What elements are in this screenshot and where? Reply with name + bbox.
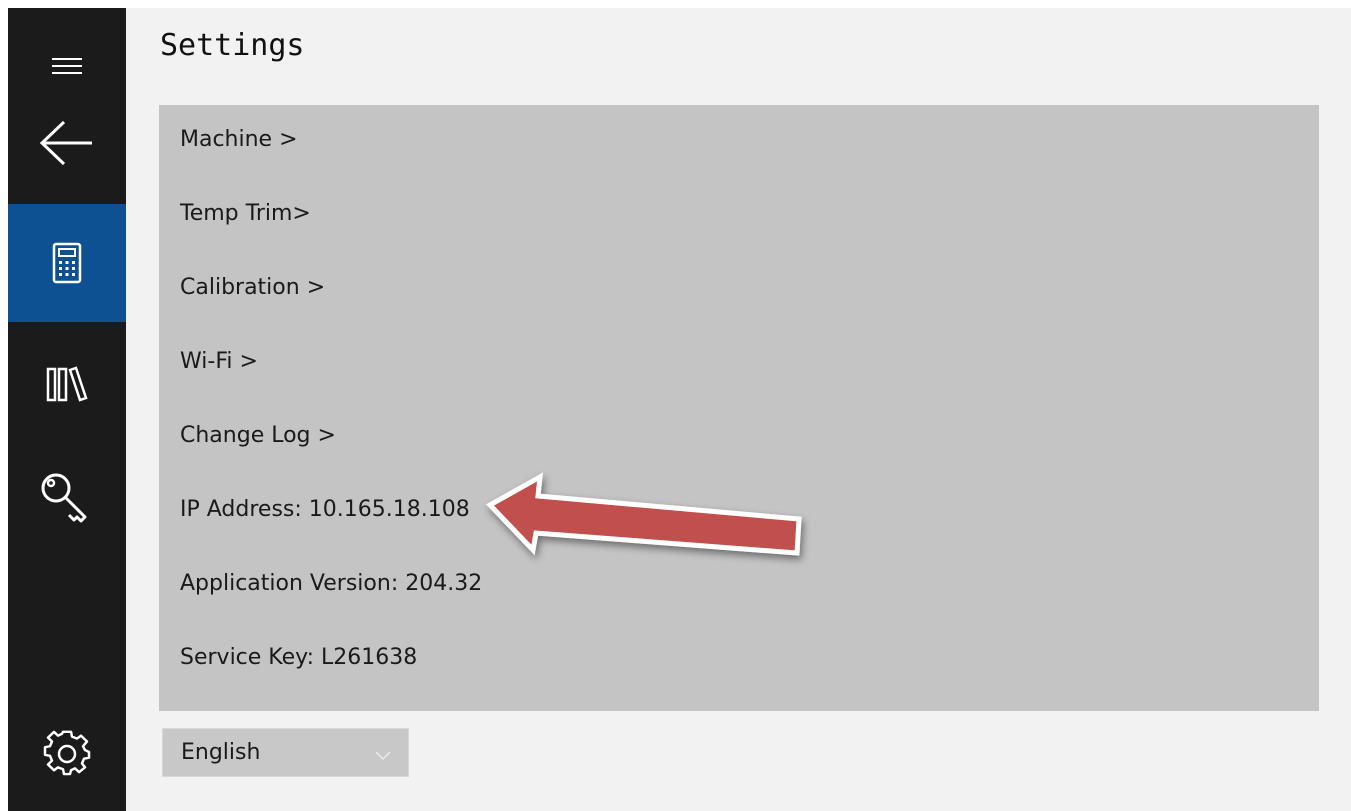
machine-link[interactable]: Machine > [180, 127, 298, 152]
library-icon [45, 364, 89, 404]
calibration-link[interactable]: Calibration > [180, 275, 325, 300]
wifi-link[interactable]: Wi-Fi > [180, 349, 258, 374]
page-title: Settings [160, 28, 305, 63]
settings-panel: Machine > Temp Trim> Calibration > Wi-Fi… [159, 105, 1319, 711]
key-nav-button[interactable] [8, 463, 126, 535]
calculator-nav-button[interactable] [8, 204, 126, 322]
back-button[interactable] [8, 108, 126, 178]
sidebar [8, 8, 126, 811]
change-log-link[interactable]: Change Log > [180, 423, 336, 448]
language-selected-value: English [181, 740, 261, 765]
key-icon [39, 471, 95, 527]
settings-gear-icon [43, 730, 91, 778]
library-nav-button[interactable] [8, 353, 126, 415]
service-key-text: Service Key: L261638 [180, 645, 418, 670]
ip-address-text: IP Address: 10.165.18.108 [180, 497, 470, 522]
settings-nav-button[interactable] [8, 718, 126, 790]
hamburger-menu-button[interactable] [8, 38, 126, 94]
app-version-text: Application Version: 204.32 [180, 571, 483, 596]
temp-trim-link[interactable]: Temp Trim> [180, 201, 311, 226]
calculator-icon [52, 242, 82, 284]
app-window: Settings Machine > Temp Trim> Calibratio… [8, 8, 1351, 811]
language-select[interactable]: English [162, 728, 409, 777]
chevron-down-icon [374, 746, 392, 765]
hamburger-menu-icon [49, 54, 85, 78]
back-arrow-icon [38, 119, 96, 167]
